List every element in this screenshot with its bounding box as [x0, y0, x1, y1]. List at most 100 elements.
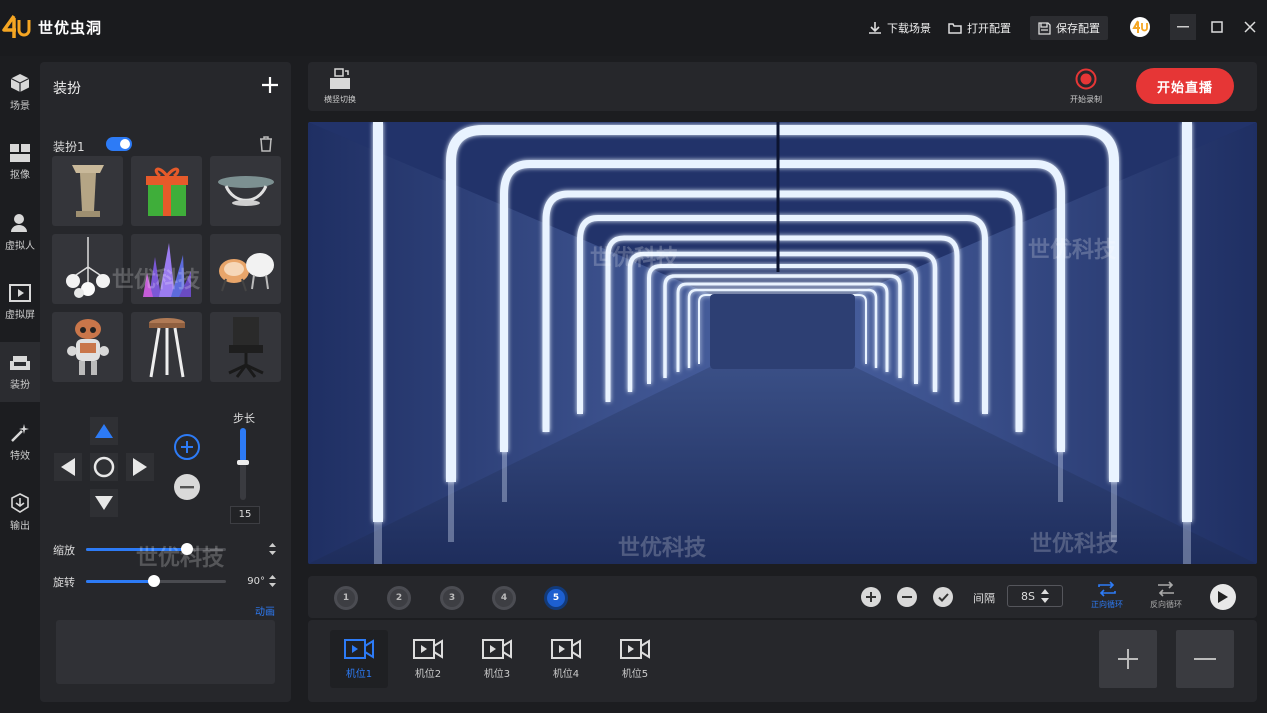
scale-slider-handle[interactable]	[180, 543, 193, 555]
panel-title: 装扮	[53, 81, 81, 97]
remove-preset-button[interactable]	[897, 587, 917, 607]
user-avatar[interactable]	[1127, 14, 1153, 40]
check-icon	[937, 592, 949, 602]
decoration-item-glass-table[interactable]	[210, 156, 281, 226]
rotate-slider-handle[interactable]	[148, 575, 160, 587]
add-preset-button[interactable]	[861, 587, 881, 607]
move-dpad	[54, 417, 154, 517]
step-value-field[interactable]: 15	[230, 506, 260, 524]
avatar-icon	[1130, 17, 1150, 37]
camera-position-bar: 机位1 机位2 机位3 机位4 机位5	[308, 620, 1257, 702]
decoration-item-robot[interactable]	[52, 312, 123, 382]
download-scene-button[interactable]: 下载场景	[868, 16, 931, 40]
nav-item-scene[interactable]: 场景	[0, 62, 40, 122]
plus-icon	[1118, 649, 1138, 669]
step-slider-fill	[240, 428, 246, 462]
nav-item-avatar[interactable]: 虚拟人	[0, 202, 40, 262]
camera-3-button[interactable]: 机位3	[468, 630, 526, 688]
interval-stepper[interactable]: 8S	[1007, 585, 1063, 607]
minus-icon	[180, 486, 194, 489]
remove-camera-button[interactable]	[1176, 630, 1234, 688]
preset-1-button[interactable]: 1	[334, 586, 358, 610]
glass-table-icon	[217, 176, 274, 206]
sofa-icon	[10, 355, 30, 370]
confirm-preset-button[interactable]	[933, 587, 953, 607]
arrow-left-icon	[61, 458, 75, 476]
title-bar: 世优虫洞 下载场景 打开配置 保存配置	[0, 0, 1267, 56]
stepper-arrows-icon	[1040, 589, 1049, 603]
decoration-item-gift-box[interactable]	[131, 156, 202, 226]
animation-area	[56, 620, 275, 684]
rotate-layout-icon	[330, 68, 350, 89]
layout-switch-button[interactable]: 横竖切换	[324, 68, 356, 105]
zoom-in-button[interactable]	[174, 434, 200, 460]
camera-4-button[interactable]: 机位4	[537, 630, 595, 688]
move-reset-button[interactable]	[90, 453, 118, 481]
scale-stepper[interactable]	[236, 540, 276, 558]
nav-item-matting[interactable]: 抠像	[0, 132, 40, 192]
preset-4-button[interactable]: 4	[492, 586, 516, 610]
rotate-slider-fill	[86, 580, 154, 583]
decoration-grid	[52, 156, 281, 382]
camera-label: 机位1	[345, 669, 373, 680]
nav-item-decoration[interactable]: 装扮	[0, 342, 40, 402]
camera-1-button[interactable]: 机位1	[330, 630, 388, 688]
minus-icon	[1194, 658, 1216, 660]
move-up-button[interactable]	[90, 417, 118, 445]
nav-item-virtual-screen[interactable]: 虚拟屏	[0, 272, 40, 332]
decoration-panel: 装扮 装扮1 步长 15 缩放 旋转 90° 动画	[40, 62, 291, 702]
camera-5-button[interactable]: 机位5	[606, 630, 664, 688]
step-label: 步长	[233, 412, 255, 425]
animation-link[interactable]: 动画	[255, 603, 275, 618]
scale-label: 缩放	[53, 544, 75, 557]
nav-item-label: 虚拟人	[5, 240, 35, 252]
cube-icon	[10, 73, 30, 92]
screen-icon	[9, 283, 31, 302]
save-config-button[interactable]: 保存配置	[1030, 16, 1108, 40]
decoration-item-podium[interactable]	[52, 156, 123, 226]
go-live-button[interactable]: 开始直播	[1136, 68, 1234, 104]
arrow-right-icon	[133, 458, 147, 476]
delete-decoration-button[interactable]	[259, 136, 273, 152]
forward-loop-label: 正向循环	[1091, 600, 1123, 609]
maximize-button[interactable]	[1204, 14, 1230, 40]
move-right-button[interactable]	[126, 453, 154, 481]
decoration-enable-toggle[interactable]	[106, 137, 132, 151]
camera-2-button[interactable]: 机位2	[399, 630, 457, 688]
plus-icon	[866, 592, 876, 602]
decoration-item-chandelier[interactable]	[52, 234, 123, 304]
camera-preset-bar: 1 2 3 4 5 间隔 8S 正向循环 反向循环	[308, 576, 1257, 618]
preset-3-button[interactable]: 3	[440, 586, 464, 610]
scale-slider-fill	[86, 548, 187, 551]
download-scene-label: 下载场景	[887, 22, 931, 35]
forward-loop-button[interactable]: 正向循环	[1091, 581, 1123, 610]
add-camera-button[interactable]	[1099, 630, 1157, 688]
step-slider-handle[interactable]	[237, 460, 249, 465]
nav-item-output[interactable]: 输出	[0, 482, 40, 542]
add-decoration-button[interactable]	[261, 76, 279, 94]
record-button[interactable]: 开始录制	[1070, 68, 1102, 105]
video-camera-icon	[413, 639, 443, 659]
stepper-arrows-icon	[269, 575, 276, 587]
decoration-item-chairs[interactable]	[210, 234, 281, 304]
preset-5-button[interactable]: 5	[544, 586, 568, 610]
zoom-out-button[interactable]	[174, 474, 200, 500]
reverse-loop-button[interactable]: 反向循环	[1150, 581, 1182, 610]
preset-2-button[interactable]: 2	[387, 586, 411, 610]
center-circle-icon	[93, 456, 115, 478]
decoration-item-stool[interactable]	[131, 312, 202, 382]
nav-item-effects[interactable]: 特效	[0, 412, 40, 472]
scene-preview[interactable]	[308, 122, 1257, 564]
output-icon	[11, 492, 29, 513]
move-down-button[interactable]	[90, 489, 118, 517]
play-tour-button[interactable]	[1210, 584, 1236, 610]
rotate-stepper[interactable]: 90°	[236, 572, 276, 590]
close-button[interactable]	[1237, 14, 1263, 40]
open-config-button[interactable]: 打开配置	[948, 16, 1011, 40]
decoration-item-crystals[interactable]	[131, 234, 202, 304]
move-left-button[interactable]	[54, 453, 82, 481]
decoration-item-office-chair[interactable]	[210, 312, 281, 382]
minimize-button[interactable]	[1170, 14, 1196, 40]
nav-item-label: 特效	[10, 450, 30, 462]
save-icon	[1038, 21, 1051, 35]
